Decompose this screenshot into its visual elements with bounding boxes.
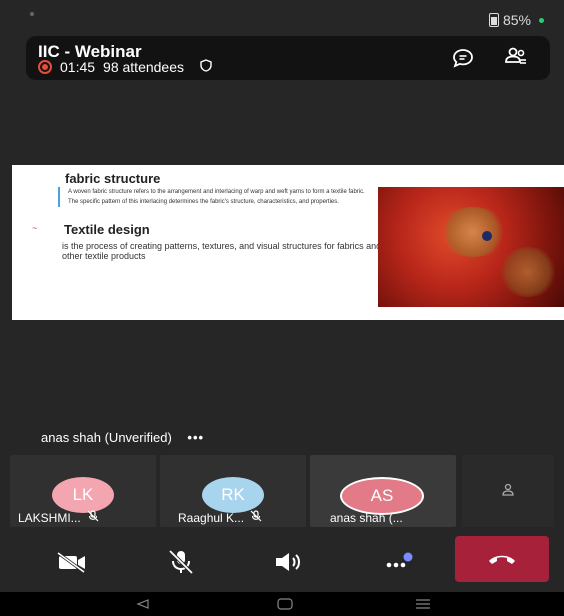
slide-accent-bar bbox=[58, 187, 60, 207]
shield-icon[interactable] bbox=[200, 59, 212, 75]
more-dots-icon bbox=[386, 552, 413, 568]
home-icon bbox=[277, 598, 293, 610]
participant-name-text: LAKSHMI... bbox=[18, 510, 81, 525]
speaker-icon bbox=[276, 553, 300, 571]
recording-icon bbox=[38, 60, 52, 74]
avatar: RK bbox=[202, 477, 264, 513]
participant-name: LAKSHMI... bbox=[18, 510, 99, 525]
shared-screen: fabric structure A woven fabric structur… bbox=[12, 165, 564, 320]
person-icon bbox=[501, 483, 515, 502]
mic-off-icon bbox=[168, 549, 194, 575]
meeting-meta: 01:45 98 attendees bbox=[38, 59, 212, 75]
image-detail bbox=[482, 231, 492, 241]
back-icon bbox=[136, 599, 149, 609]
participant-name-text: Raaghul K... bbox=[178, 510, 245, 525]
home-nav-button[interactable] bbox=[277, 596, 293, 612]
battery-status: 85% bbox=[488, 12, 544, 28]
more-participants-tile[interactable] bbox=[462, 455, 554, 527]
participants-icon[interactable] bbox=[504, 46, 528, 73]
slide-bullet: The specific pattern of this interlacing… bbox=[68, 198, 339, 205]
hang-up-icon bbox=[489, 555, 515, 564]
system-nav-bar bbox=[0, 592, 564, 616]
active-speaker-name: anas shah (Unverified) bbox=[41, 430, 172, 445]
active-speaker-label: anas shah (Unverified) ••• bbox=[41, 430, 204, 445]
mute-button[interactable] bbox=[161, 544, 201, 580]
participant-tile[interactable]: LK LAKSHMI... bbox=[10, 455, 156, 527]
camera-off-icon bbox=[57, 551, 85, 574]
attendee-count[interactable]: 98 attendees bbox=[103, 59, 184, 75]
notification-dot bbox=[30, 12, 34, 16]
participant-name: anas shah (... bbox=[330, 511, 403, 525]
avatar: LK bbox=[52, 477, 114, 513]
annotation-scribble: ~ bbox=[32, 223, 38, 233]
participant-name: Raaghul K... bbox=[178, 510, 262, 525]
status-bar: 85% bbox=[0, 0, 564, 34]
end-call-button[interactable] bbox=[455, 536, 549, 582]
participant-tile[interactable]: RK Raaghul K... bbox=[160, 455, 306, 527]
slide-paragraph: is the process of creating patterns, tex… bbox=[62, 241, 382, 261]
more-button[interactable] bbox=[378, 544, 418, 580]
speaker-button[interactable] bbox=[268, 544, 308, 580]
camera-indicator-icon bbox=[539, 17, 544, 23]
slide-heading-fabric: fabric structure bbox=[65, 171, 161, 186]
avatar: AS bbox=[340, 477, 424, 515]
meeting-timer: 01:45 bbox=[60, 59, 96, 75]
slide-bullet: A woven fabric structure refers to the a… bbox=[68, 189, 365, 195]
slide-heading-textile: Textile design bbox=[64, 222, 150, 237]
mic-off-icon bbox=[87, 510, 99, 525]
meeting-header: IIC - Webinar 01:45 98 attendees bbox=[26, 36, 550, 80]
image-detail bbox=[498, 247, 558, 297]
slide-bullets: A woven fabric structure refers to the a… bbox=[68, 189, 368, 208]
battery-icon bbox=[488, 13, 499, 27]
embroidered-fabric-image bbox=[378, 187, 564, 307]
camera-off-button[interactable] bbox=[52, 544, 92, 580]
participant-name-text: anas shah (... bbox=[330, 511, 403, 525]
recents-icon bbox=[416, 599, 430, 609]
image-detail bbox=[438, 207, 508, 257]
battery-level: 85% bbox=[502, 12, 531, 28]
recents-nav-button[interactable] bbox=[415, 596, 431, 612]
participant-tile-active[interactable]: AS anas shah (... bbox=[310, 455, 456, 527]
back-nav-button[interactable] bbox=[136, 596, 150, 612]
more-options-icon[interactable]: ••• bbox=[187, 430, 204, 445]
mic-off-icon bbox=[250, 510, 262, 525]
chat-icon[interactable] bbox=[452, 48, 474, 73]
